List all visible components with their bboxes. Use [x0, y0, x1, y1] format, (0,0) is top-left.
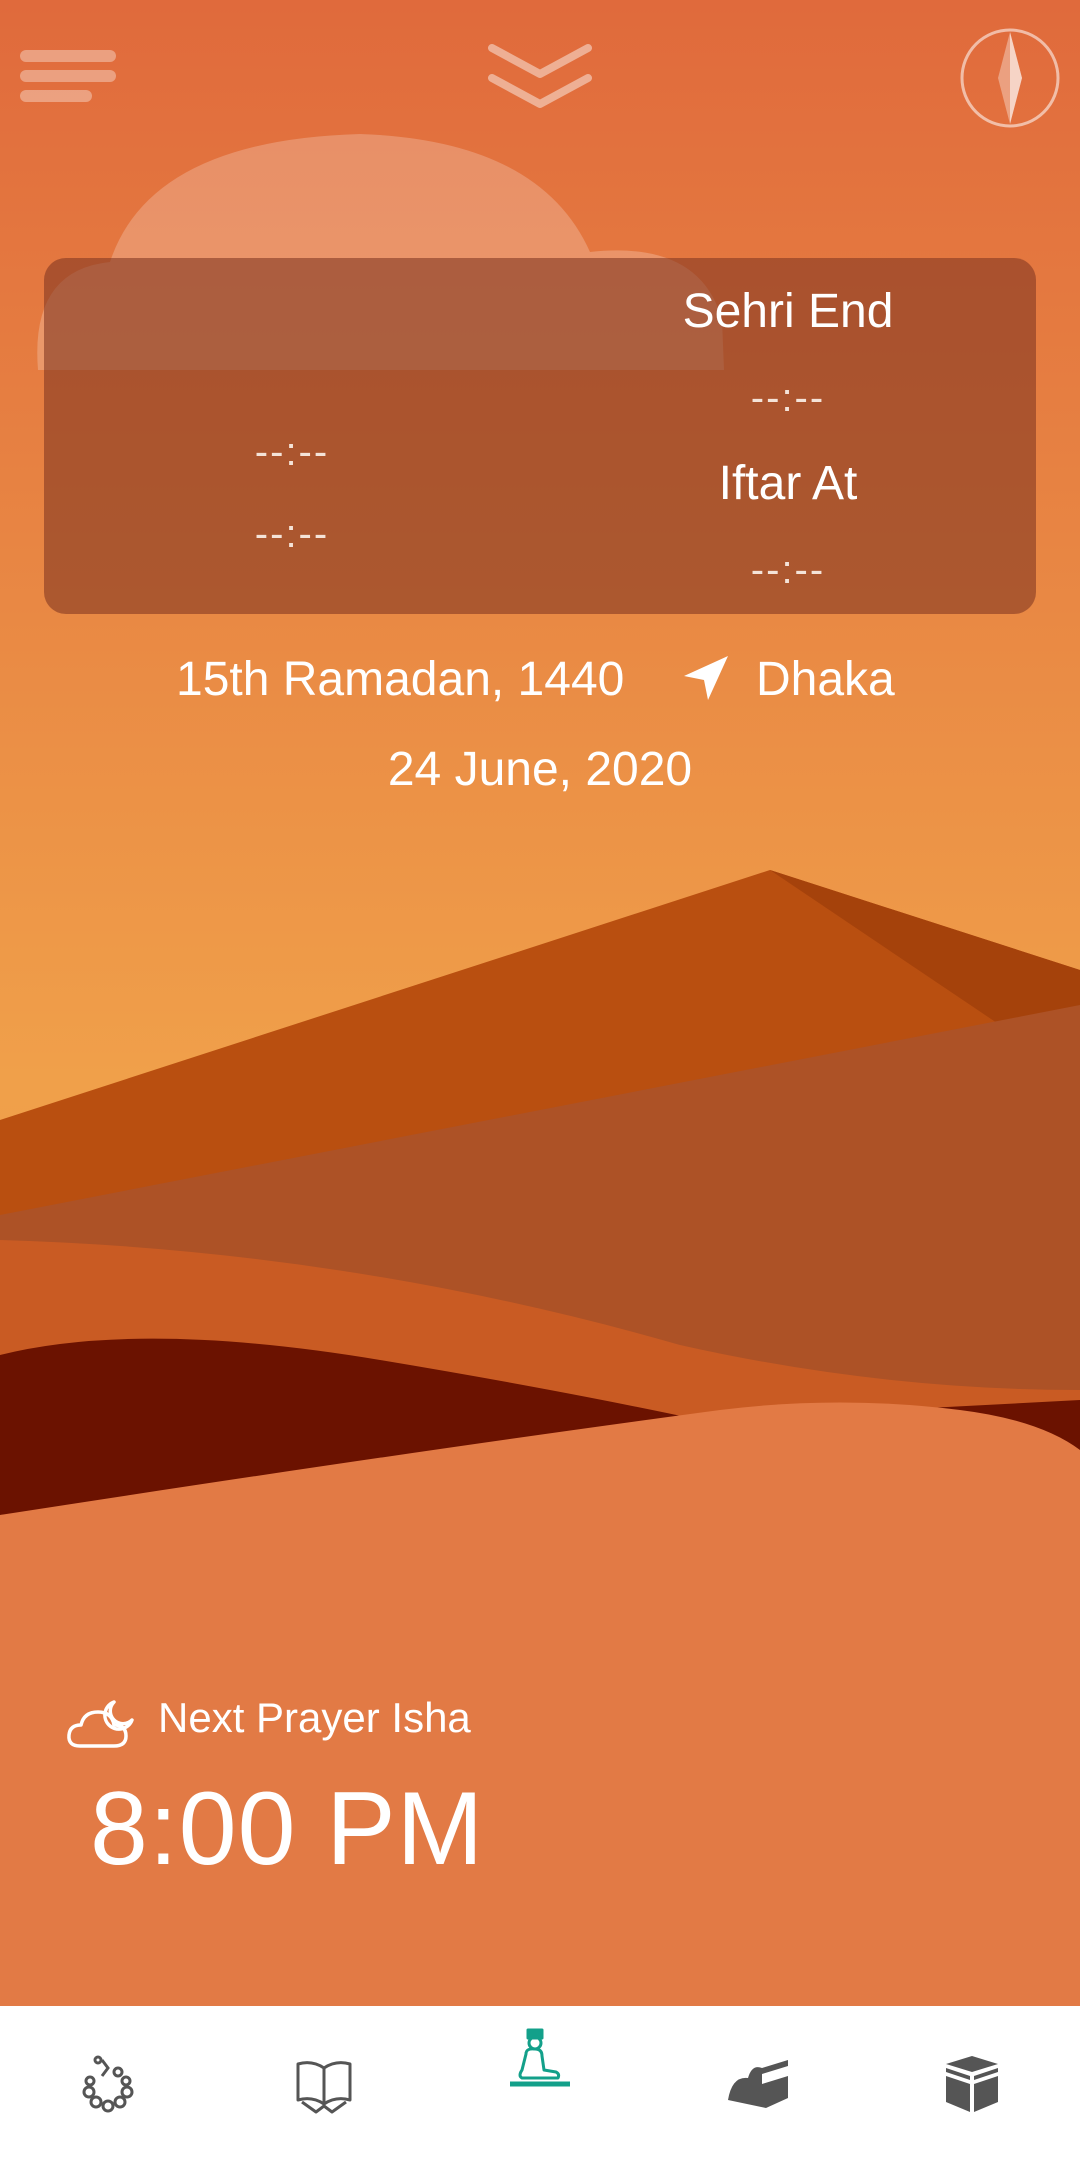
qibla-compass-button[interactable] — [958, 26, 1062, 130]
menu-icon — [20, 50, 116, 102]
next-prayer-time: 8:00 PM — [90, 1771, 485, 1887]
iftar-time: --:-- — [750, 548, 826, 592]
times-left-column: --:-- --:-- — [44, 258, 540, 614]
expand-button[interactable] — [484, 40, 596, 114]
tasbih-icon — [82, 2055, 134, 2113]
bottom-navigation — [0, 2006, 1080, 2160]
quran-book-icon — [296, 2061, 352, 2114]
compass-icon — [960, 28, 1060, 128]
nav-prayer[interactable] — [432, 2006, 648, 2160]
mosque-icon — [728, 2060, 788, 2108]
sehri-time: --:-- — [750, 376, 826, 420]
left-time-2: --:-- — [254, 512, 330, 556]
next-prayer-label: Next Prayer Isha — [158, 1694, 471, 1741]
iftar-label: Iftar At — [718, 457, 858, 510]
city-name[interactable]: Dhaka — [756, 652, 895, 707]
gregorian-date: 24 June, 2020 — [387, 743, 693, 796]
nav-mosque[interactable] — [648, 2006, 864, 2160]
kaaba-icon — [946, 2056, 998, 2112]
nav-tasbih[interactable] — [0, 2006, 216, 2160]
nav-kaaba[interactable] — [864, 2006, 1080, 2160]
prayer-times-card: --:-- --:-- Sehri End --:-- Iftar At --:… — [44, 258, 1036, 614]
sehri-label: Sehri End — [682, 285, 894, 338]
praying-man-icon — [510, 2028, 570, 2087]
chevron-double-down-icon — [488, 44, 592, 108]
nav-quran[interactable] — [216, 2006, 432, 2160]
left-time-1: --:-- — [254, 430, 330, 474]
date-location-row: 15th Ramadan, 1440 Dhaka — [0, 652, 1080, 716]
menu-button[interactable] — [18, 46, 120, 106]
cloud-moon-icon — [67, 1700, 134, 1748]
location-arrow-icon[interactable] — [680, 652, 732, 704]
times-right-column: Sehri End --:-- Iftar At --:-- — [540, 258, 1036, 614]
hijri-date: 15th Ramadan, 1440 — [176, 653, 625, 706]
